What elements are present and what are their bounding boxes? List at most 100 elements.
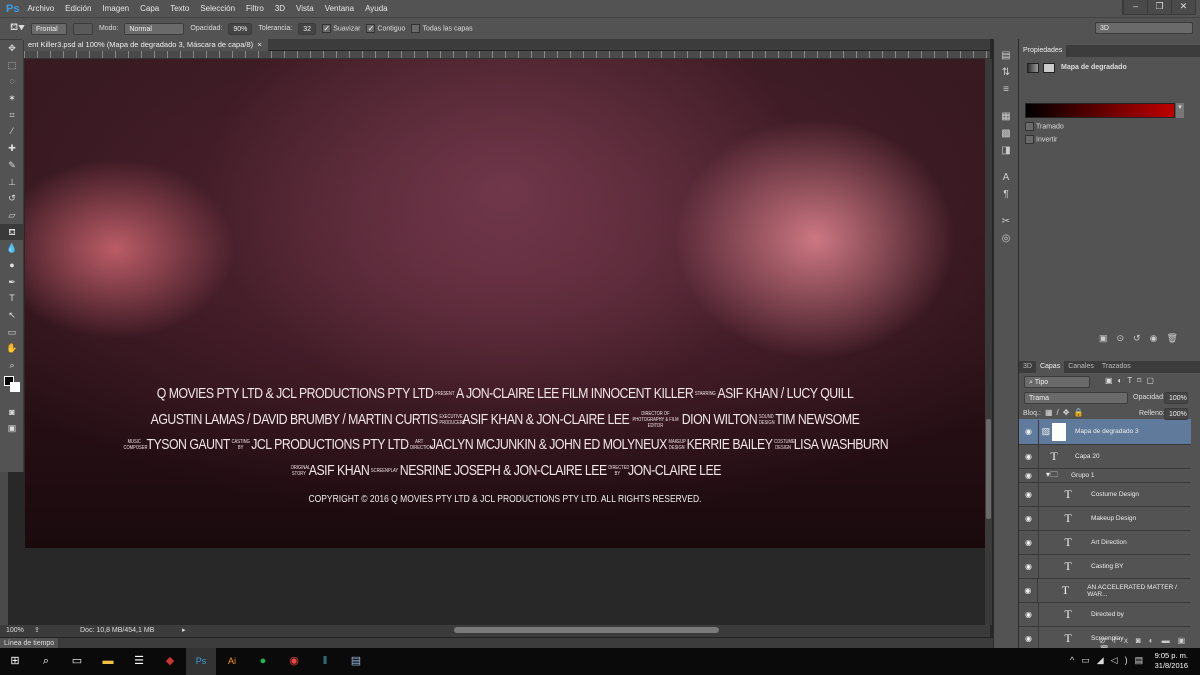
menu-ventana[interactable]: Ventana — [325, 4, 354, 13]
filter-icons[interactable]: ▣◐T⌑▢ — [1105, 376, 1159, 385]
opacity-input[interactable]: 90% — [228, 22, 253, 35]
layer-row[interactable]: ◉ T Capa 20 — [1019, 444, 1191, 469]
adjustments-icon[interactable]: ⇅ — [994, 64, 1018, 81]
visibility-eye-icon[interactable]: ◉ — [1019, 602, 1039, 627]
fill-source-select[interactable]: Frontal — [30, 22, 67, 35]
menu-seleccion[interactable]: Selección — [200, 4, 235, 13]
visibility-eye-icon[interactable]: ◉ — [1019, 506, 1039, 531]
document-tab[interactable]: ent Killer3.psd al 100% (Mapa de degrada… — [22, 39, 268, 51]
menu-archivo[interactable]: Archivo — [27, 4, 54, 13]
chrome-icon[interactable]: ◉ — [279, 648, 309, 675]
smooth-checkbox[interactable]: ✓ Suavizar — [322, 24, 360, 33]
lock-icons[interactable]: ▦/✥🔒 — [1045, 408, 1087, 417]
layer-filter-select[interactable]: ⌕ Tipo — [1024, 376, 1090, 388]
dodge-tool-icon[interactable]: ● — [0, 257, 24, 274]
tab-trazados[interactable]: Trazados — [1098, 361, 1135, 373]
brush-presets-icon[interactable]: ≡ — [994, 81, 1018, 98]
zoom-tool-icon[interactable]: ⌕ — [0, 357, 24, 374]
layer-fill-input[interactable]: 100% — [1164, 408, 1188, 420]
menu-filtro[interactable]: Filtro — [246, 4, 264, 13]
pattern-picker[interactable] — [72, 22, 93, 35]
swatches-icon[interactable]: ▩ — [994, 125, 1018, 142]
hand-tool-icon[interactable]: ✋ — [0, 340, 24, 357]
menu-ayuda[interactable]: Ayuda — [365, 4, 388, 13]
spotify-icon[interactable]: ● — [248, 648, 278, 675]
tab-3d[interactable]: 3D — [1019, 361, 1036, 373]
visibility-eye-icon[interactable]: ◉ — [1019, 530, 1039, 555]
minimize-button[interactable]: ‒ — [1123, 0, 1147, 14]
blur-tool-icon[interactable]: 💧 — [0, 240, 24, 257]
wolf-app-icon[interactable]: ◆ — [155, 648, 185, 675]
stamp-tool-icon[interactable]: ⊥ — [0, 174, 24, 191]
tab-canales[interactable]: Canales — [1064, 361, 1098, 373]
type-tool-icon[interactable]: T — [0, 290, 24, 307]
tab-propiedades[interactable]: Propiedades — [1019, 45, 1067, 57]
history-icon[interactable]: ▤ — [994, 47, 1018, 64]
app-icon[interactable]: ☰ — [124, 648, 154, 675]
quick-mask-icon[interactable]: ◙ — [0, 404, 24, 421]
paint-bucket-tool-icon[interactable]: ⛾ — [0, 223, 24, 241]
layer-row[interactable]: ◉ T Costume Design — [1019, 482, 1191, 507]
close-button[interactable]: ✕ — [1171, 0, 1195, 14]
file-explorer-icon[interactable]: ▬ — [93, 648, 123, 675]
mode-select[interactable]: Normal — [124, 22, 185, 35]
layer-mask-icon[interactable] — [1043, 63, 1055, 73]
media-app-icon[interactable]: ‖ — [310, 648, 340, 675]
layer-row[interactable]: ◉ T Directed by — [1019, 602, 1191, 627]
document-app-icon[interactable]: ▤ — [341, 648, 371, 675]
all-layers-checkbox[interactable]: Todas las capas — [411, 24, 473, 33]
pen-tool-icon[interactable]: ✒ — [0, 274, 24, 291]
contiguous-checkbox[interactable]: ✓ Contiguo — [366, 24, 405, 33]
styles-icon[interactable]: ◨ — [994, 142, 1018, 159]
libraries-icon[interactable]: ◎ — [994, 230, 1018, 247]
document-canvas[interactable]: Q MOVIES PTY LTD & JCL PRODUCTIONS PTY L… — [25, 59, 985, 548]
history-brush-icon[interactable]: ↺ — [0, 190, 24, 207]
healing-tool-icon[interactable]: ✚ — [0, 140, 24, 157]
quick-select-tool-icon[interactable]: ✶ — [0, 90, 24, 107]
rectangle-tool-icon[interactable]: ▭ — [0, 324, 24, 341]
menu-texto[interactable]: Texto — [170, 4, 189, 13]
restore-button[interactable]: ❐ — [1147, 0, 1171, 14]
menu-3d[interactable]: 3D — [275, 4, 285, 13]
visibility-eye-icon[interactable]: ◉ — [1019, 482, 1039, 507]
menu-edicion[interactable]: Edición — [65, 4, 91, 13]
dither-checkbox[interactable]: Tramado — [1025, 122, 1064, 131]
tab-capas[interactable]: Capas — [1035, 361, 1065, 373]
properties-footer-icons[interactable]: ▣⊙↺◉🗑 — [1099, 333, 1187, 344]
system-clock[interactable]: 9:05 p. m. 31/8/2016 — [1155, 651, 1188, 671]
visibility-eye-icon[interactable]: ◉ — [1019, 419, 1039, 444]
zoom-level[interactable]: 100% — [6, 625, 24, 637]
layer-row[interactable]: ◉ T AN ACCELERATED MATTER / WAR... — [1019, 578, 1191, 603]
visibility-eye-icon[interactable]: ◉ — [1019, 554, 1039, 579]
gradient-dropdown-icon[interactable]: ▾ — [1176, 103, 1184, 118]
brush-tool-icon[interactable]: ✎ — [0, 157, 24, 174]
eraser-tool-icon[interactable]: ▱ — [0, 207, 24, 224]
task-view-icon[interactable]: ▭ — [62, 648, 92, 675]
visibility-eye-icon[interactable]: ◉ — [1019, 626, 1039, 649]
share-icon[interactable]: ⇪ — [34, 625, 40, 637]
eyedropper-tool-icon[interactable]: ⁄ — [0, 123, 24, 140]
layer-row[interactable]: ◉ T Makeup Design — [1019, 506, 1191, 531]
paint-bucket-icon[interactable]: ⛾▾ — [10, 22, 25, 35]
vertical-scrollbar[interactable] — [985, 59, 992, 625]
tolerance-input[interactable]: 32 — [298, 22, 317, 35]
workspace-select[interactable]: 3D — [1095, 22, 1193, 34]
illustrator-taskbar-icon[interactable]: Ai — [217, 648, 247, 675]
menu-imagen[interactable]: Imagen — [102, 4, 129, 13]
search-icon[interactable]: ⌕ — [31, 648, 61, 675]
layer-opacity-input[interactable]: 100% — [1164, 392, 1188, 404]
reverse-checkbox[interactable]: Invertir — [1025, 135, 1057, 144]
visibility-eye-icon[interactable]: ◉ — [1019, 468, 1039, 483]
visibility-eye-icon[interactable]: ◉ — [1019, 578, 1038, 603]
menu-vista[interactable]: Vista — [296, 4, 314, 13]
blend-mode-select[interactable]: Trama — [1024, 392, 1128, 404]
layer-row[interactable]: ◉ T Casting BY — [1019, 554, 1191, 579]
screen-mode-icon[interactable]: ▣ — [0, 420, 24, 437]
lasso-tool-icon[interactable]: ◌ — [0, 73, 24, 90]
status-menu-arrow-icon[interactable]: ▸ — [182, 625, 186, 637]
marquee-tool-icon[interactable]: ⬚ — [0, 57, 24, 74]
visibility-eye-icon[interactable]: ◉ — [1019, 444, 1039, 469]
menu-capa[interactable]: Capa — [140, 4, 159, 13]
start-icon[interactable]: ⊞ — [0, 648, 30, 675]
photoshop-taskbar-icon[interactable]: Ps — [186, 648, 216, 675]
